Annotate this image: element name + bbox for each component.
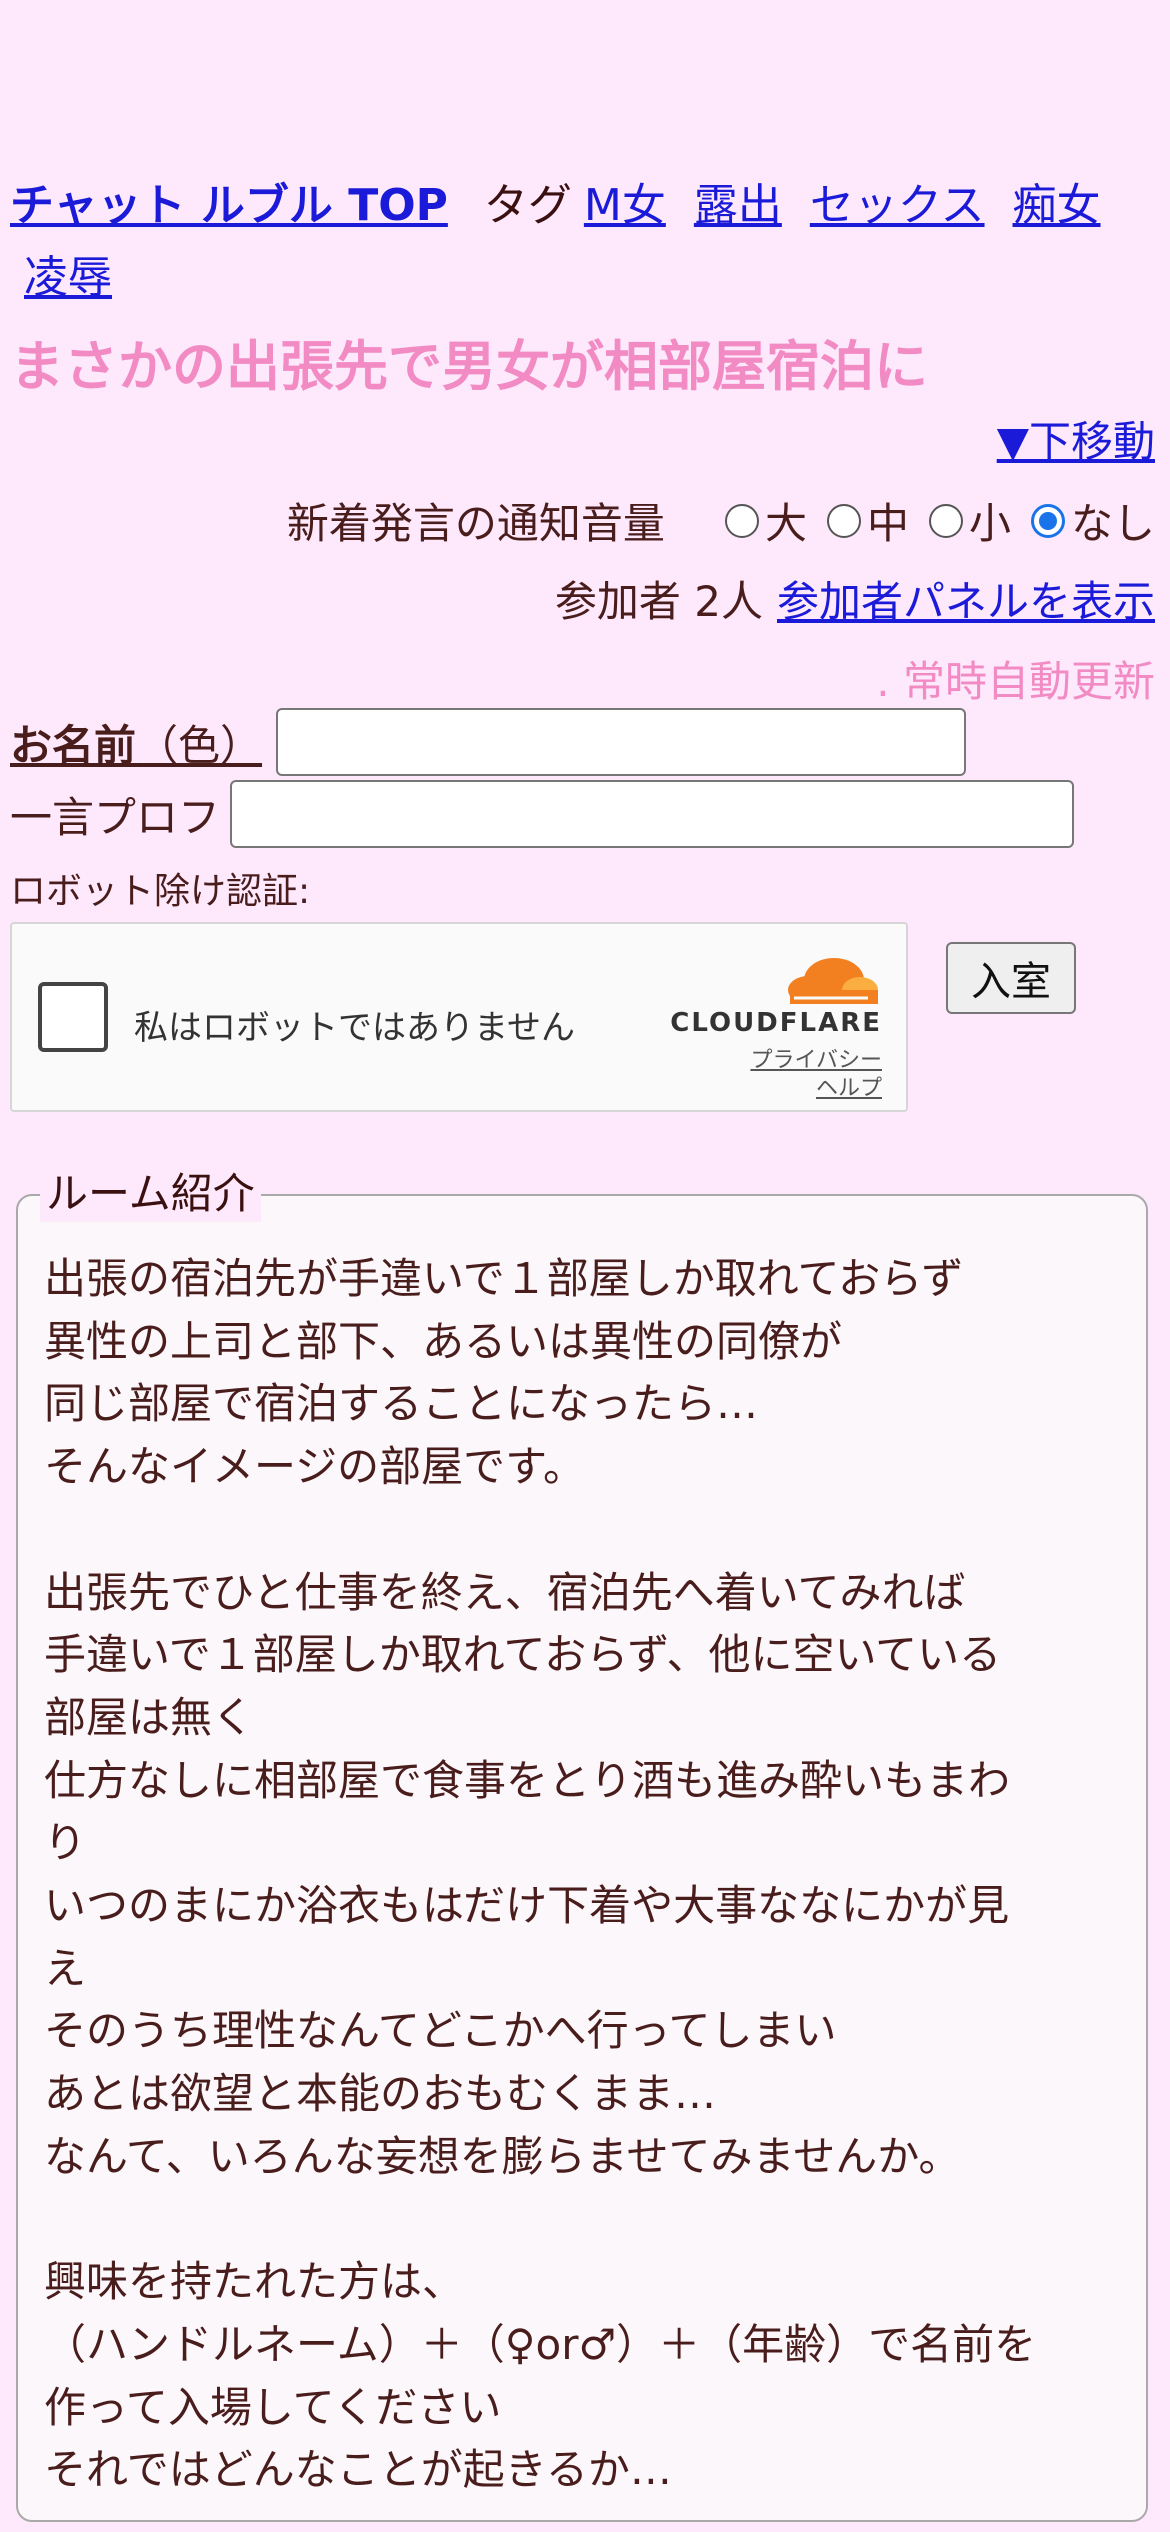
notify-option-label: 中 — [866, 499, 909, 548]
room-intro-panel: ルーム紹介 出張の宿泊先が手違いで１部屋しか取れておらず 異性の上司と部下、ある… — [16, 1166, 1148, 2522]
intro-line: いつのまにか浴衣もはだけ下着や大事ななにかが見 — [44, 1881, 1010, 1931]
intro-line: 異性の上司と部下、あるいは異性の同僚が — [44, 1316, 843, 1366]
profile-input[interactable] — [230, 780, 1075, 848]
intro-line: 作って入場してください — [44, 2382, 502, 2432]
intro-line — [44, 1499, 1134, 1562]
name-color-label: （色） — [136, 720, 263, 770]
show-participant-panel-link[interactable]: 参加者パネルを表示 — [777, 577, 1155, 626]
name-label: お名前（色） — [10, 712, 262, 773]
profile-row: 一言プロフ — [10, 780, 1075, 848]
cloudflare-brand: CLOUDFLARE — [670, 1008, 882, 1038]
robot-check-label: ロボット除け認証: — [10, 871, 311, 912]
name-label-bold: お名前 — [10, 720, 137, 770]
radio-button[interactable] — [724, 503, 759, 538]
intro-line: り — [44, 1818, 87, 1868]
notify-option-small[interactable]: 小 — [928, 490, 1011, 551]
intro-line: 手違いで１部屋しか取れておらず、他に空いている — [44, 1630, 1002, 1680]
profile-label: 一言プロフ — [10, 792, 221, 842]
room-title: まさかの出張先で男女が相部屋宿泊に — [10, 335, 928, 398]
auto-update-status: . 常時自動更新 — [876, 657, 1155, 706]
tag-link-ryojoku[interactable]: 凌辱 — [24, 252, 112, 303]
intro-line: 興味を持たれた方は、 — [44, 2257, 465, 2307]
captcha-checkbox[interactable] — [38, 982, 108, 1052]
captcha-help-link[interactable]: ヘルプ — [816, 1070, 882, 1102]
participants-row: 参加者 2人 参加者パネルを表示 — [555, 568, 1155, 629]
notify-volume-label: 新着発言の通知音量 — [286, 499, 665, 548]
name-row: お名前（色） — [10, 708, 967, 776]
tag-link-roshutsu[interactable]: 露出 — [694, 180, 782, 231]
intro-line — [44, 2189, 1134, 2252]
intro-line: え — [44, 1943, 87, 1993]
notify-option-label: 小 — [968, 499, 1011, 548]
radio-button-selected[interactable] — [1030, 503, 1065, 538]
top-nav: チャット ルブル TOP タグ M女 露出 セックス 痴女凌辱 — [10, 170, 1160, 314]
tag-label: タグ — [483, 180, 572, 231]
notify-option-none[interactable]: なし — [1030, 490, 1155, 551]
radio-button[interactable] — [826, 503, 861, 538]
intro-line: 出張の宿泊先が手違いで１部屋しか取れておらず — [44, 1254, 964, 1303]
notify-option-label: 大 — [764, 499, 807, 548]
cloudflare-cloud-icon — [788, 958, 878, 1004]
intro-line: そんなイメージの部屋です。 — [44, 1442, 585, 1492]
tag-link-sex[interactable]: セックス — [810, 180, 985, 231]
room-intro-text: 出張の宿泊先が手違いで１部屋しか取れておらず 異性の上司と部下、あるいは異性の同… — [44, 1248, 1134, 2502]
tag-link-m-onna[interactable]: M女 — [584, 180, 666, 231]
room-intro-legend: ルーム紹介 — [40, 1166, 261, 1222]
captcha-widget: 私はロボットではありません CLOUDFLARE プライバシー ヘルプ — [10, 922, 908, 1112]
intro-line: そのうち理性なんてどこかへ行ってしまい — [44, 2006, 837, 2056]
intro-line: 部屋は無く — [44, 1692, 255, 1742]
notify-volume-row: 新着発言の通知音量 大 中 小 なし — [287, 490, 1155, 551]
intro-line: なんて、いろんな妄想を膨らませてみませんか。 — [44, 2131, 961, 2181]
home-link[interactable]: チャット ルブル TOP — [10, 180, 448, 231]
radio-button[interactable] — [928, 503, 963, 538]
notify-option-label: なし — [1070, 499, 1155, 548]
intro-line: （ハンドルネーム）＋（♀or♂）＋（年齢）で名前を — [44, 2319, 1037, 2369]
intro-line: 同じ部屋で宿泊することになったら… — [44, 1379, 759, 1429]
notify-option-loud[interactable]: 大 — [724, 490, 807, 551]
participant-count: 参加者 2人 — [554, 577, 763, 626]
intro-line: あとは欲望と本能のおもむくまま… — [44, 2069, 717, 2119]
move-down-link[interactable]: ▼下移動 — [997, 408, 1155, 469]
tag-link-chijo[interactable]: 痴女 — [1013, 180, 1101, 231]
captcha-text: 私はロボットではありません — [134, 1008, 575, 1048]
name-input[interactable] — [276, 708, 967, 776]
intro-line: 出張先でひと仕事を終え、宿泊先へ着いてみれば — [44, 1567, 966, 1617]
intro-line: 仕方なしに相部屋で食事をとり酒も進み酔いもまわ — [44, 1755, 1011, 1805]
intro-line: それではどんなことが起きるか… — [44, 2445, 672, 2495]
enter-room-button[interactable]: 入室 — [946, 942, 1076, 1014]
notify-option-medium[interactable]: 中 — [826, 490, 909, 551]
